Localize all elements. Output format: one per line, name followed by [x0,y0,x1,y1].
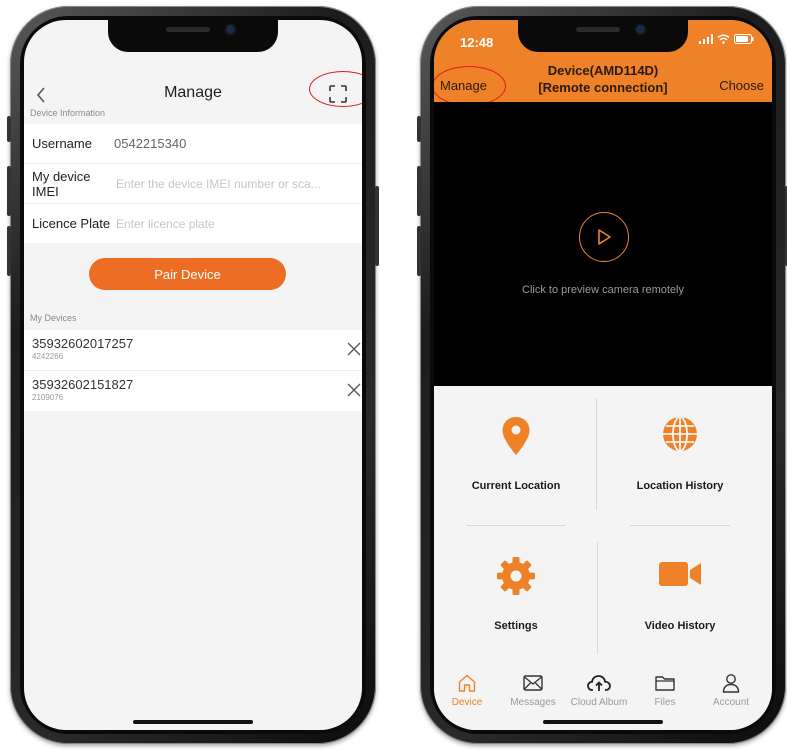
tab-messages[interactable]: Messages [500,672,566,708]
gear-icon [497,557,535,595]
location-pin-icon [502,417,530,455]
mute-switch [417,116,421,142]
pair-device-button[interactable]: Pair Device [89,258,286,290]
tab-account[interactable]: Account [698,672,764,708]
phone-frame-left: Manage Device Information Username 05422… [7,6,379,744]
speaker-grille [166,27,210,32]
grid-divider-h1 [466,525,566,526]
location-history-tile[interactable]: Location History [598,386,762,526]
choose-button[interactable]: Choose [719,78,764,93]
volume-down-button [417,226,421,276]
device-info-label: Device Information [30,108,106,118]
status-time: 12:48 [460,35,494,50]
device-imei: 35932602151827 [32,377,134,392]
username-label: Username [32,136,92,151]
device-screen: 12:48 Device(AMD114D) [Remote connection… [434,20,772,730]
video-history-tile[interactable]: Video History [598,526,762,666]
settings-tile[interactable]: Settings [434,526,598,666]
grid-divider-h2 [630,525,730,526]
current-location-label: Current Location [471,480,561,492]
imei-label: My device IMEI [32,168,91,199]
power-button [375,186,379,266]
volume-up-button [417,166,421,216]
username-row: Username 0542215340 [24,124,362,164]
close-icon [347,342,361,356]
device-imei: 35932602017257 [32,336,134,351]
tab-label: Files [654,697,676,708]
globe-icon [663,416,697,452]
signal-icon [699,34,713,44]
tab-label: Cloud Album [570,697,628,708]
tab-files[interactable]: Files [632,672,698,708]
camera-preview[interactable]: Click to preview camera remotely [434,102,772,386]
volume-down-button [7,226,11,276]
tab-label: Messages [510,697,556,708]
device-sub: 4242266 [32,352,64,361]
phone-frame-right: 12:48 Device(AMD114D) [Remote connection… [417,6,787,744]
battery-icon [734,34,754,44]
remove-device-button[interactable] [346,382,362,398]
feature-grid: Current Location Location History Settin… [434,386,772,668]
user-icon [722,674,740,693]
home-indicator [133,720,253,724]
folder-icon [655,676,675,691]
play-icon [598,229,611,245]
mute-switch [7,116,11,142]
list-item[interactable]: 35932602151827 2109076 [24,371,362,411]
imei-row: My device IMEI [24,164,362,204]
current-location-tile[interactable]: Current Location [434,386,598,526]
front-camera [226,25,235,34]
volume-up-button [7,166,11,216]
device-list: 35932602017257 4242266 35932602151827 21… [24,330,362,411]
location-history-label: Location History [636,480,724,492]
manage-screen: Manage Device Information Username 05422… [24,20,362,730]
annotation-circle-manage [434,66,506,106]
plate-input[interactable] [114,215,362,232]
plate-label: Licence Plate [32,216,111,231]
grid-divider-v1 [596,398,597,510]
device-info-form: Username 0542215340 My device IMEI Licen… [24,124,362,243]
tab-cloud-album[interactable]: Cloud Album [566,672,632,708]
speaker-grille [576,27,620,32]
close-icon [347,383,361,397]
envelope-icon [523,675,543,691]
plate-row: Licence Plate [24,204,362,243]
tab-label: Device [451,697,483,708]
preview-hint: Click to preview camera remotely [522,284,684,296]
video-history-label: Video History [644,620,716,632]
notch [108,20,278,52]
device-sub: 2109076 [32,393,64,402]
tab-label: Account [712,697,750,708]
list-item[interactable]: 35932602017257 4242266 [24,330,362,371]
home-indicator [543,720,663,724]
play-button[interactable] [579,212,629,262]
imei-input[interactable] [114,175,362,192]
remove-device-button[interactable] [346,341,362,357]
settings-label: Settings [494,620,538,632]
status-icons [699,34,754,44]
cloud-upload-icon [587,675,611,691]
tab-device[interactable]: Device [434,672,500,708]
home-icon [458,674,476,692]
wifi-icon [717,34,730,44]
grid-divider-v2 [597,542,598,654]
username-value: 0542215340 [114,136,187,151]
video-camera-icon [659,562,701,586]
my-devices-label: My Devices [30,313,77,323]
notch [518,20,688,52]
front-camera [636,25,645,34]
